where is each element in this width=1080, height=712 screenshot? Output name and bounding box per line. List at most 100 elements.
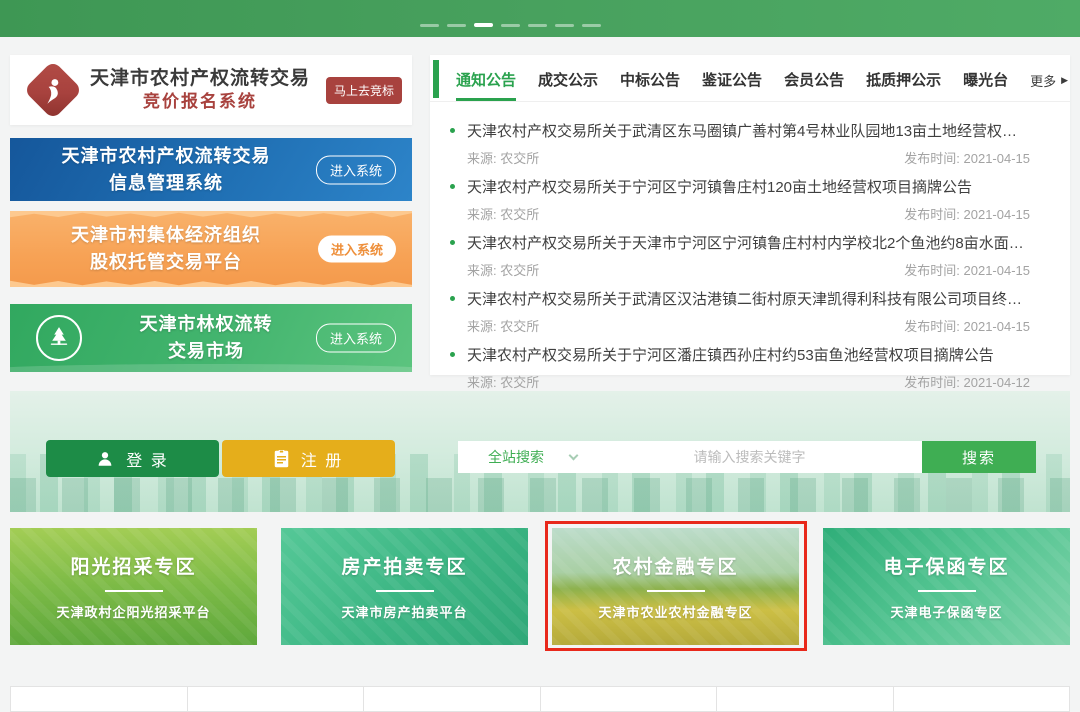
- go-bid-button[interactable]: 马上去竞标: [326, 77, 402, 104]
- news-title[interactable]: 天津农村产权交易所关于武清区汉沽港镇二街村原天津凯得利科技有限公司项目终结公告: [467, 288, 1030, 309]
- bullet-icon: [450, 296, 455, 301]
- news-date: 发布时间: 2021-04-15: [904, 204, 1030, 223]
- info-system-title-line2: 信息管理系统: [10, 170, 322, 197]
- grid-cell: [541, 686, 718, 712]
- tab-deal-publicity[interactable]: 成交公示: [538, 69, 598, 101]
- info-system-title: 天津市农村产权流转交易 信息管理系统: [10, 143, 322, 197]
- source-label: 来源:: [467, 151, 497, 166]
- carousel-dot[interactable]: [528, 24, 547, 27]
- forest-market-enter-button[interactable]: 进入系统: [316, 324, 396, 353]
- news-title[interactable]: 天津农村产权交易所关于天津市宁河区宁河镇鲁庄村村内学校北2个鱼池约8亩水面经营.…: [467, 232, 1030, 253]
- search-bar: 全站搜索 搜索: [458, 441, 1036, 473]
- news-title[interactable]: 天津农村产权交易所关于武清区东马圈镇广善村第4号林业队园地13亩土地经营权等4个…: [467, 120, 1030, 141]
- source-value: 农交所: [500, 207, 539, 222]
- register-button[interactable]: 注 册: [222, 440, 395, 477]
- carousel-dot-active[interactable]: [474, 23, 493, 27]
- register-card-icon: [274, 450, 289, 468]
- notice-panel: 通知公告 成交公示 中标公告 鉴证公告 会员公告 抵质押公示 曝光台 更多 ▶ …: [430, 55, 1070, 375]
- search-input[interactable]: [577, 449, 922, 465]
- cityscape-decor-near: [10, 478, 1070, 512]
- tab-mortgage-pledge[interactable]: 抵质押公示: [866, 69, 941, 101]
- bullet-icon: [450, 184, 455, 189]
- info-system-enter-button[interactable]: 进入系统: [316, 155, 396, 184]
- zone-title: 房产拍卖专区: [341, 552, 467, 579]
- date-label: 发布时间:: [904, 151, 960, 166]
- news-link[interactable]: 天津农村产权交易所关于宁河区宁河镇鲁庄村120亩土地经营权项目摘牌公告: [450, 176, 1030, 197]
- list-item: 天津农村产权交易所关于武清区东马圈镇广善村第4号林业队园地13亩土地经营权等4个…: [450, 120, 1030, 167]
- news-link[interactable]: 天津农村产权交易所关于宁河区潘庄镇西孙庄村约53亩鱼池经营权项目摘牌公告: [450, 344, 1030, 365]
- register-label: 注 册: [301, 447, 343, 471]
- grid-cell: [188, 686, 365, 712]
- date-label: 发布时间:: [904, 319, 960, 334]
- divider: [647, 590, 705, 592]
- login-label: 登 录: [126, 447, 168, 471]
- more-label: 更多: [1030, 71, 1056, 90]
- search-scope-select[interactable]: 全站搜索: [488, 447, 544, 467]
- divider: [376, 590, 434, 592]
- carousel-dot[interactable]: [420, 24, 439, 27]
- forest-market-banner[interactable]: 天津市林权流转 交易市场 进入系统: [10, 304, 412, 372]
- news-title[interactable]: 天津农村产权交易所关于宁河区宁河镇鲁庄村120亩土地经营权项目摘牌公告: [467, 176, 972, 197]
- forest-market-title-line2: 交易市场: [90, 338, 322, 365]
- carousel-dot[interactable]: [555, 24, 574, 27]
- user-icon: [96, 450, 114, 468]
- date-value: 2021-04-15: [964, 263, 1031, 278]
- zone-sunshine-procurement[interactable]: 阳光招采专区 天津政村企阳光招采平台: [10, 528, 257, 645]
- news-source: 来源: 农交所: [467, 316, 539, 335]
- zone-subtitle: 天津政村企阳光招采平台: [56, 602, 210, 621]
- source-value: 农交所: [500, 151, 539, 166]
- news-date: 发布时间: 2021-04-15: [904, 148, 1030, 167]
- news-source: 来源: 农交所: [467, 260, 539, 279]
- equity-platform-title-line2: 股权托管交易平台: [10, 249, 322, 276]
- news-date: 发布时间: 2021-04-15: [904, 316, 1030, 335]
- tab-winning-bid[interactable]: 中标公告: [620, 69, 680, 101]
- tree-icon: [36, 315, 82, 361]
- news-link[interactable]: 天津农村产权交易所关于武清区汉沽港镇二街村原天津凯得利科技有限公司项目终结公告: [450, 288, 1030, 309]
- carousel-dot[interactable]: [447, 24, 466, 27]
- info-management-system-banner[interactable]: 天津市农村产权流转交易 信息管理系统 进入系统: [10, 138, 412, 201]
- bidding-system-title-line2: 竞价报名系统: [74, 91, 326, 114]
- news-title[interactable]: 天津农村产权交易所关于宁河区潘庄镇西孙庄村约53亩鱼池经营权项目摘牌公告: [467, 344, 994, 365]
- zone-electronic-guarantee[interactable]: 电子保函专区 天津电子保函专区: [823, 528, 1070, 645]
- date-value: 2021-04-15: [964, 207, 1031, 222]
- search-button[interactable]: 搜索: [922, 441, 1036, 473]
- date-label: 发布时间:: [904, 263, 960, 278]
- panel-accent-bar: [433, 60, 439, 98]
- login-button[interactable]: 登 录: [46, 440, 219, 477]
- news-link[interactable]: 天津农村产权交易所关于武清区东马圈镇广善村第4号林业队园地13亩土地经营权等4个…: [450, 120, 1030, 141]
- date-label: 发布时间:: [904, 207, 960, 222]
- tab-exposure[interactable]: 曝光台: [963, 69, 1008, 101]
- zone-property-auction[interactable]: 房产拍卖专区 天津市房产拍卖平台: [281, 528, 528, 645]
- zone-rural-finance[interactable]: 农村金融专区 天津市农业农村金融专区: [552, 528, 799, 645]
- equity-platform-enter-button[interactable]: 进入系统: [318, 236, 396, 263]
- tab-notice-announcements[interactable]: 通知公告: [456, 69, 516, 101]
- list-item: 天津农村产权交易所关于宁河区宁河镇鲁庄村120亩土地经营权项目摘牌公告 来源: …: [450, 176, 1030, 223]
- source-label: 来源:: [467, 375, 497, 390]
- carousel-dot[interactable]: [582, 24, 601, 27]
- source-label: 来源:: [467, 319, 497, 334]
- news-meta: 来源: 农交所 发布时间: 2021-04-15: [467, 148, 1030, 167]
- list-item: 天津农村产权交易所关于天津市宁河区宁河镇鲁庄村村内学校北2个鱼池约8亩水面经营.…: [450, 232, 1030, 279]
- zone-subtitle: 天津市房产拍卖平台: [341, 602, 467, 621]
- tab-member[interactable]: 会员公告: [784, 69, 844, 101]
- more-link[interactable]: 更多 ▶: [1030, 71, 1068, 101]
- tab-certification[interactable]: 鉴证公告: [702, 69, 762, 101]
- bullet-icon: [450, 128, 455, 133]
- pine-tree-icon: [44, 323, 74, 353]
- news-link[interactable]: 天津农村产权交易所关于天津市宁河区宁河镇鲁庄村村内学校北2个鱼池约8亩水面经营.…: [450, 232, 1030, 253]
- carousel-dot[interactable]: [501, 24, 520, 27]
- news-meta: 来源: 农交所 发布时间: 2021-04-15: [467, 316, 1030, 335]
- list-item: 天津农村产权交易所关于宁河区潘庄镇西孙庄村约53亩鱼池经营权项目摘牌公告 来源:…: [450, 344, 1030, 391]
- grid-cell: [894, 686, 1071, 712]
- equity-platform-title-line1: 天津市村集体经济组织: [10, 222, 322, 249]
- zone-subtitle: 天津电子保函专区: [890, 602, 1002, 621]
- news-meta: 来源: 农交所 发布时间: 2021-04-15: [467, 260, 1030, 279]
- bidding-system-title-line1: 天津市农村产权流转交易: [74, 66, 326, 92]
- right-triangle-icon: ▶: [1061, 75, 1068, 86]
- date-label: 发布时间:: [904, 375, 960, 390]
- next-section-partial-row: [10, 686, 1070, 712]
- equity-platform-title: 天津市村集体经济组织 股权托管交易平台: [10, 222, 322, 276]
- equity-platform-banner[interactable]: 天津市村集体经济组织 股权托管交易平台 进入系统: [10, 211, 412, 287]
- source-value: 农交所: [500, 263, 539, 278]
- source-label: 来源:: [467, 207, 497, 222]
